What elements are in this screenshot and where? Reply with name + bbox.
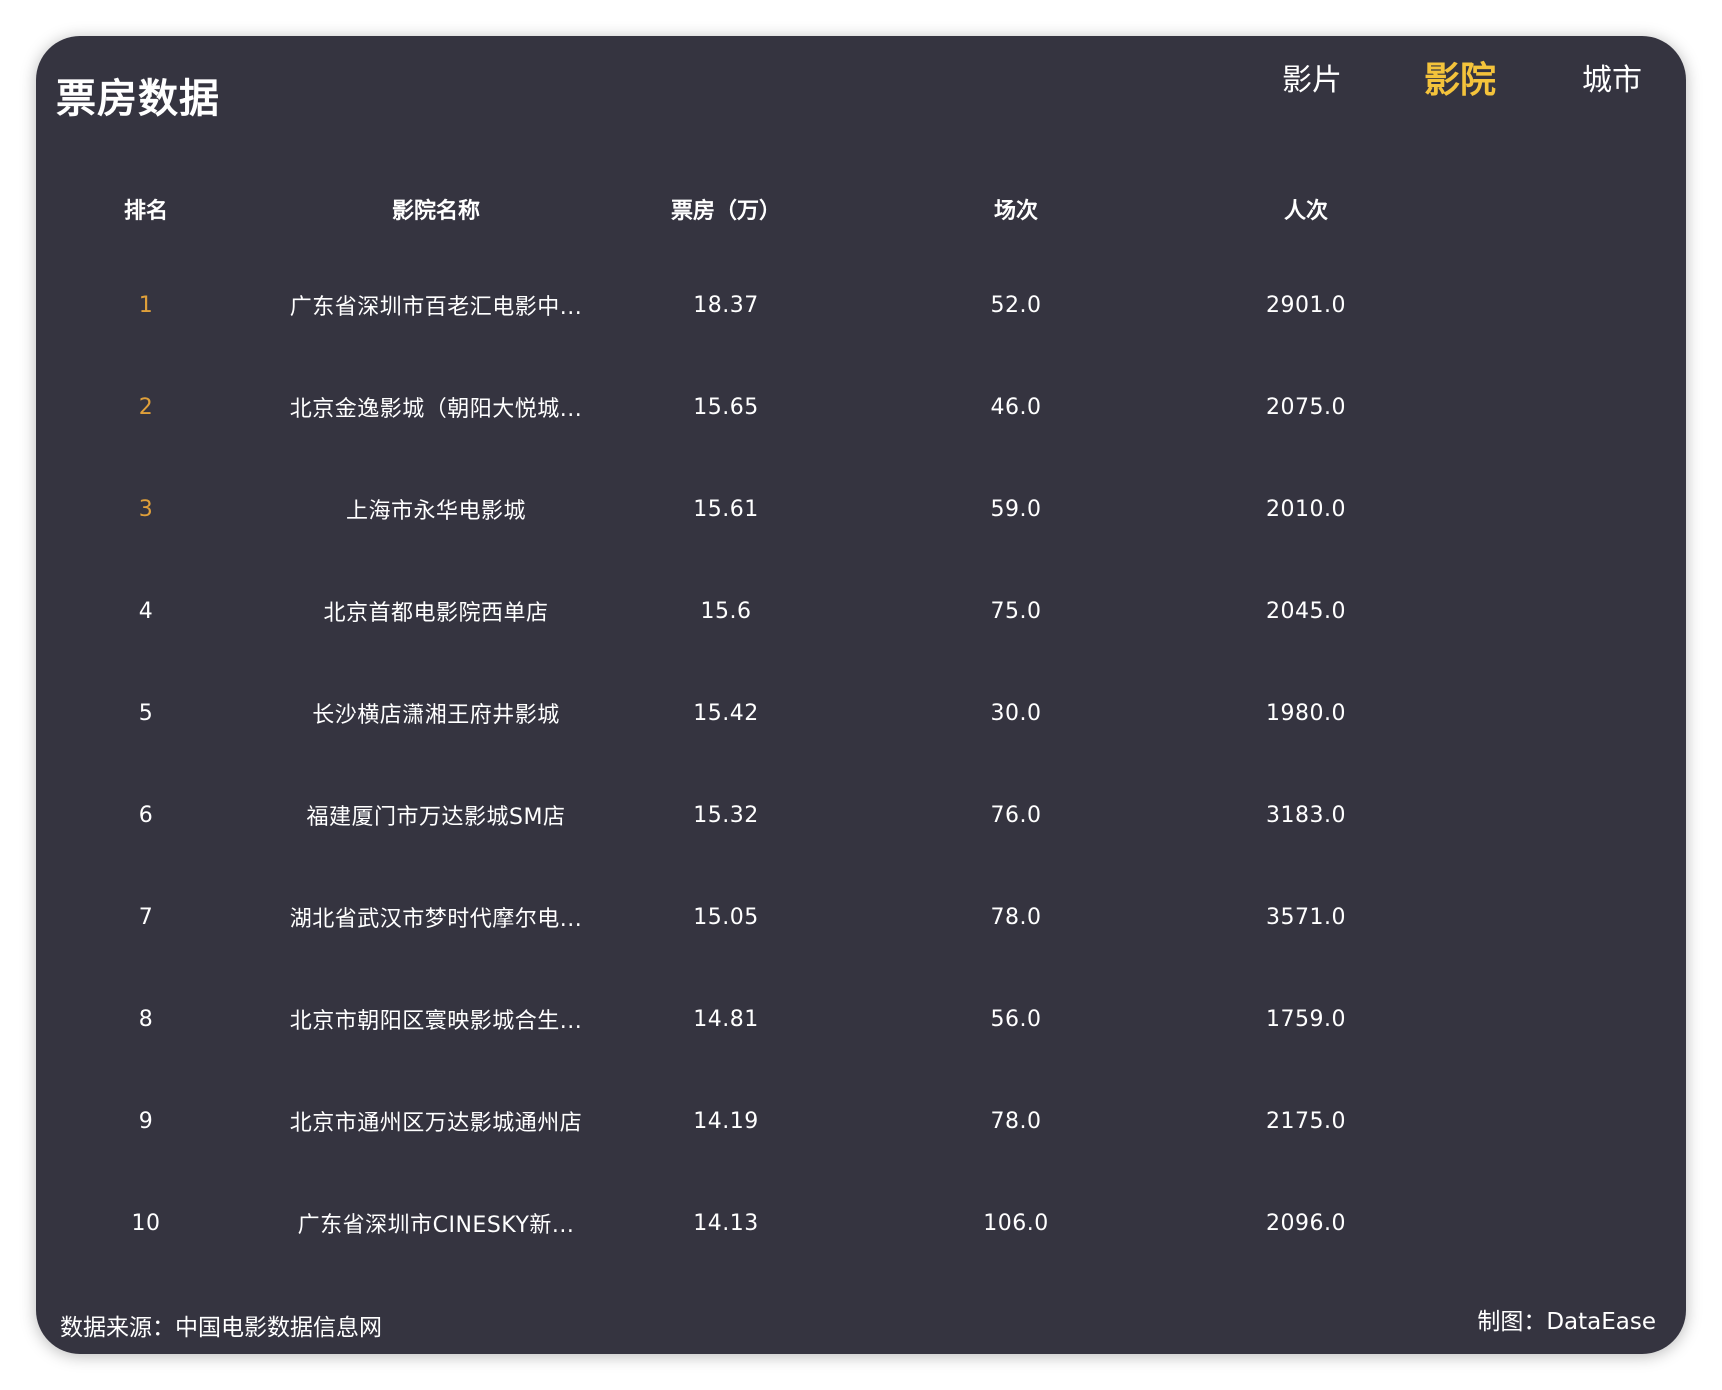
cell-screenings: 59.0 (990, 496, 1042, 522)
cell-admissions: 2010.0 (1266, 496, 1346, 522)
cell-rank: 5 (138, 700, 154, 726)
cell-rank: 9 (138, 1108, 154, 1134)
cell-screenings: 75.0 (990, 598, 1042, 624)
cell-box-office: 14.13 (693, 1210, 759, 1236)
table-row: 5 长沙横店潇湘王府井影城 15.42 30.0 1980.0 (36, 662, 1686, 764)
cell-cinema-name: 长沙横店潇湘王府井影城 (312, 703, 560, 728)
cell-rank: 10 (131, 1210, 161, 1236)
cell-admissions: 1759.0 (1266, 1006, 1346, 1032)
box-office-panel: 票房数据 影片 影院 城市 排名 影院名称 票房（万） 场次 人次 1 广东省深… (36, 36, 1686, 1354)
header-screenings: 场次 (993, 199, 1038, 224)
tab-cinemas[interactable]: 影院 (1424, 46, 1496, 116)
cell-cinema-name: 北京首都电影院西单店 (323, 601, 549, 626)
cell-screenings: 106.0 (983, 1210, 1049, 1236)
cell-screenings: 46.0 (990, 394, 1042, 420)
cell-box-office: 15.42 (693, 700, 759, 726)
cell-rank: 8 (138, 1006, 154, 1032)
cell-box-office: 18.37 (693, 292, 759, 318)
data-source-note: 数据来源：中国电影数据信息网 (60, 1315, 382, 1341)
cell-cinema-name: 湖北省武汉市梦时代摩尔电... (289, 907, 583, 932)
cell-cinema-name: 广东省深圳市CINESKY新... (297, 1213, 575, 1238)
table-body: 1 广东省深圳市百老汇电影中... 18.37 52.0 2901.0 2 北京金逸影城（朝… (36, 254, 1686, 1274)
cell-cinema-name: 上海市永华电影城 (345, 499, 526, 524)
cell-screenings: 30.0 (990, 700, 1042, 726)
cell-box-office: 14.81 (693, 1006, 759, 1032)
cell-screenings: 52.0 (990, 292, 1042, 318)
header-admissions: 人次 (1283, 199, 1328, 224)
cell-rank: 1 (138, 292, 154, 318)
cell-box-office: 15.65 (693, 394, 759, 420)
table-row: 3 上海市永华电影城 15.61 59.0 2010.0 (36, 458, 1686, 560)
cell-screenings: 78.0 (990, 1108, 1042, 1134)
cell-screenings: 56.0 (990, 1006, 1042, 1032)
table-row: 2 北京金逸影城（朝阳大悦城... 15.65 46.0 2075.0 (36, 356, 1686, 458)
cell-cinema-name: 北京市通州区万达影城通州店 (289, 1111, 583, 1136)
tab-cities[interactable]: 城市 (1582, 46, 1642, 116)
header-cinema-name: 影院名称 (391, 199, 480, 224)
header-rank: 排名 (123, 199, 168, 224)
cell-admissions: 3571.0 (1266, 904, 1346, 930)
cell-cinema-name: 广东省深圳市百老汇电影中... (289, 295, 583, 320)
tab-films[interactable]: 影片 (1282, 46, 1342, 116)
cell-cinema-name: 北京市朝阳区寰映影城合生... (289, 1009, 583, 1034)
chart-credit: 制图：DataEase (1477, 1309, 1656, 1335)
cell-box-office: 15.6 (700, 598, 752, 624)
cell-cinema-name: 北京金逸影城（朝阳大悦城... (289, 397, 583, 422)
cell-box-office: 15.61 (693, 496, 759, 522)
cell-box-office: 14.19 (693, 1108, 759, 1134)
cell-admissions: 2175.0 (1266, 1108, 1346, 1134)
table-row: 8 北京市朝阳区寰映影城合生... 14.81 56.0 1759.0 (36, 968, 1686, 1070)
cell-admissions: 2075.0 (1266, 394, 1346, 420)
table-row: 6 福建厦门市万达影城SM店 15.32 76.0 3183.0 (36, 764, 1686, 866)
cell-box-office: 15.05 (693, 904, 759, 930)
header-box-office: 票房（万） (670, 199, 781, 224)
table-row: 10 广东省深圳市CINESKY新... 14.13 106.0 2096.0 (36, 1172, 1686, 1274)
table-header: 排名 影院名称 票房（万） 场次 人次 (36, 184, 1686, 234)
table-row: 1 广东省深圳市百老汇电影中... 18.37 52.0 2901.0 (36, 254, 1686, 356)
cell-screenings: 76.0 (990, 802, 1042, 828)
cell-box-office: 15.32 (693, 802, 759, 828)
cell-admissions: 2901.0 (1266, 292, 1346, 318)
cell-rank: 7 (138, 904, 154, 930)
table-row: 4 北京首都电影院西单店 15.6 75.0 2045.0 (36, 560, 1686, 662)
cell-rank: 2 (138, 394, 154, 420)
cell-screenings: 78.0 (990, 904, 1042, 930)
table-row: 9 北京市通州区万达影城通州店 14.19 78.0 2175.0 (36, 1070, 1686, 1172)
cell-rank: 6 (138, 802, 154, 828)
tab-bar: 影片 影院 城市 (36, 46, 1686, 116)
cell-admissions: 2096.0 (1266, 1210, 1346, 1236)
cell-rank: 3 (138, 496, 154, 522)
cell-cinema-name: 福建厦门市万达影城SM店 (306, 805, 566, 830)
cell-admissions: 2045.0 (1266, 598, 1346, 624)
table-row: 7 湖北省武汉市梦时代摩尔电... 15.05 78.0 3571.0 (36, 866, 1686, 968)
cell-admissions: 3183.0 (1266, 802, 1346, 828)
cell-rank: 4 (138, 598, 154, 624)
cinema-ranking-table: 排名 影院名称 票房（万） 场次 人次 1 广东省深圳市百老汇电影中... 18.3… (36, 184, 1686, 1274)
cell-admissions: 1980.0 (1266, 700, 1346, 726)
